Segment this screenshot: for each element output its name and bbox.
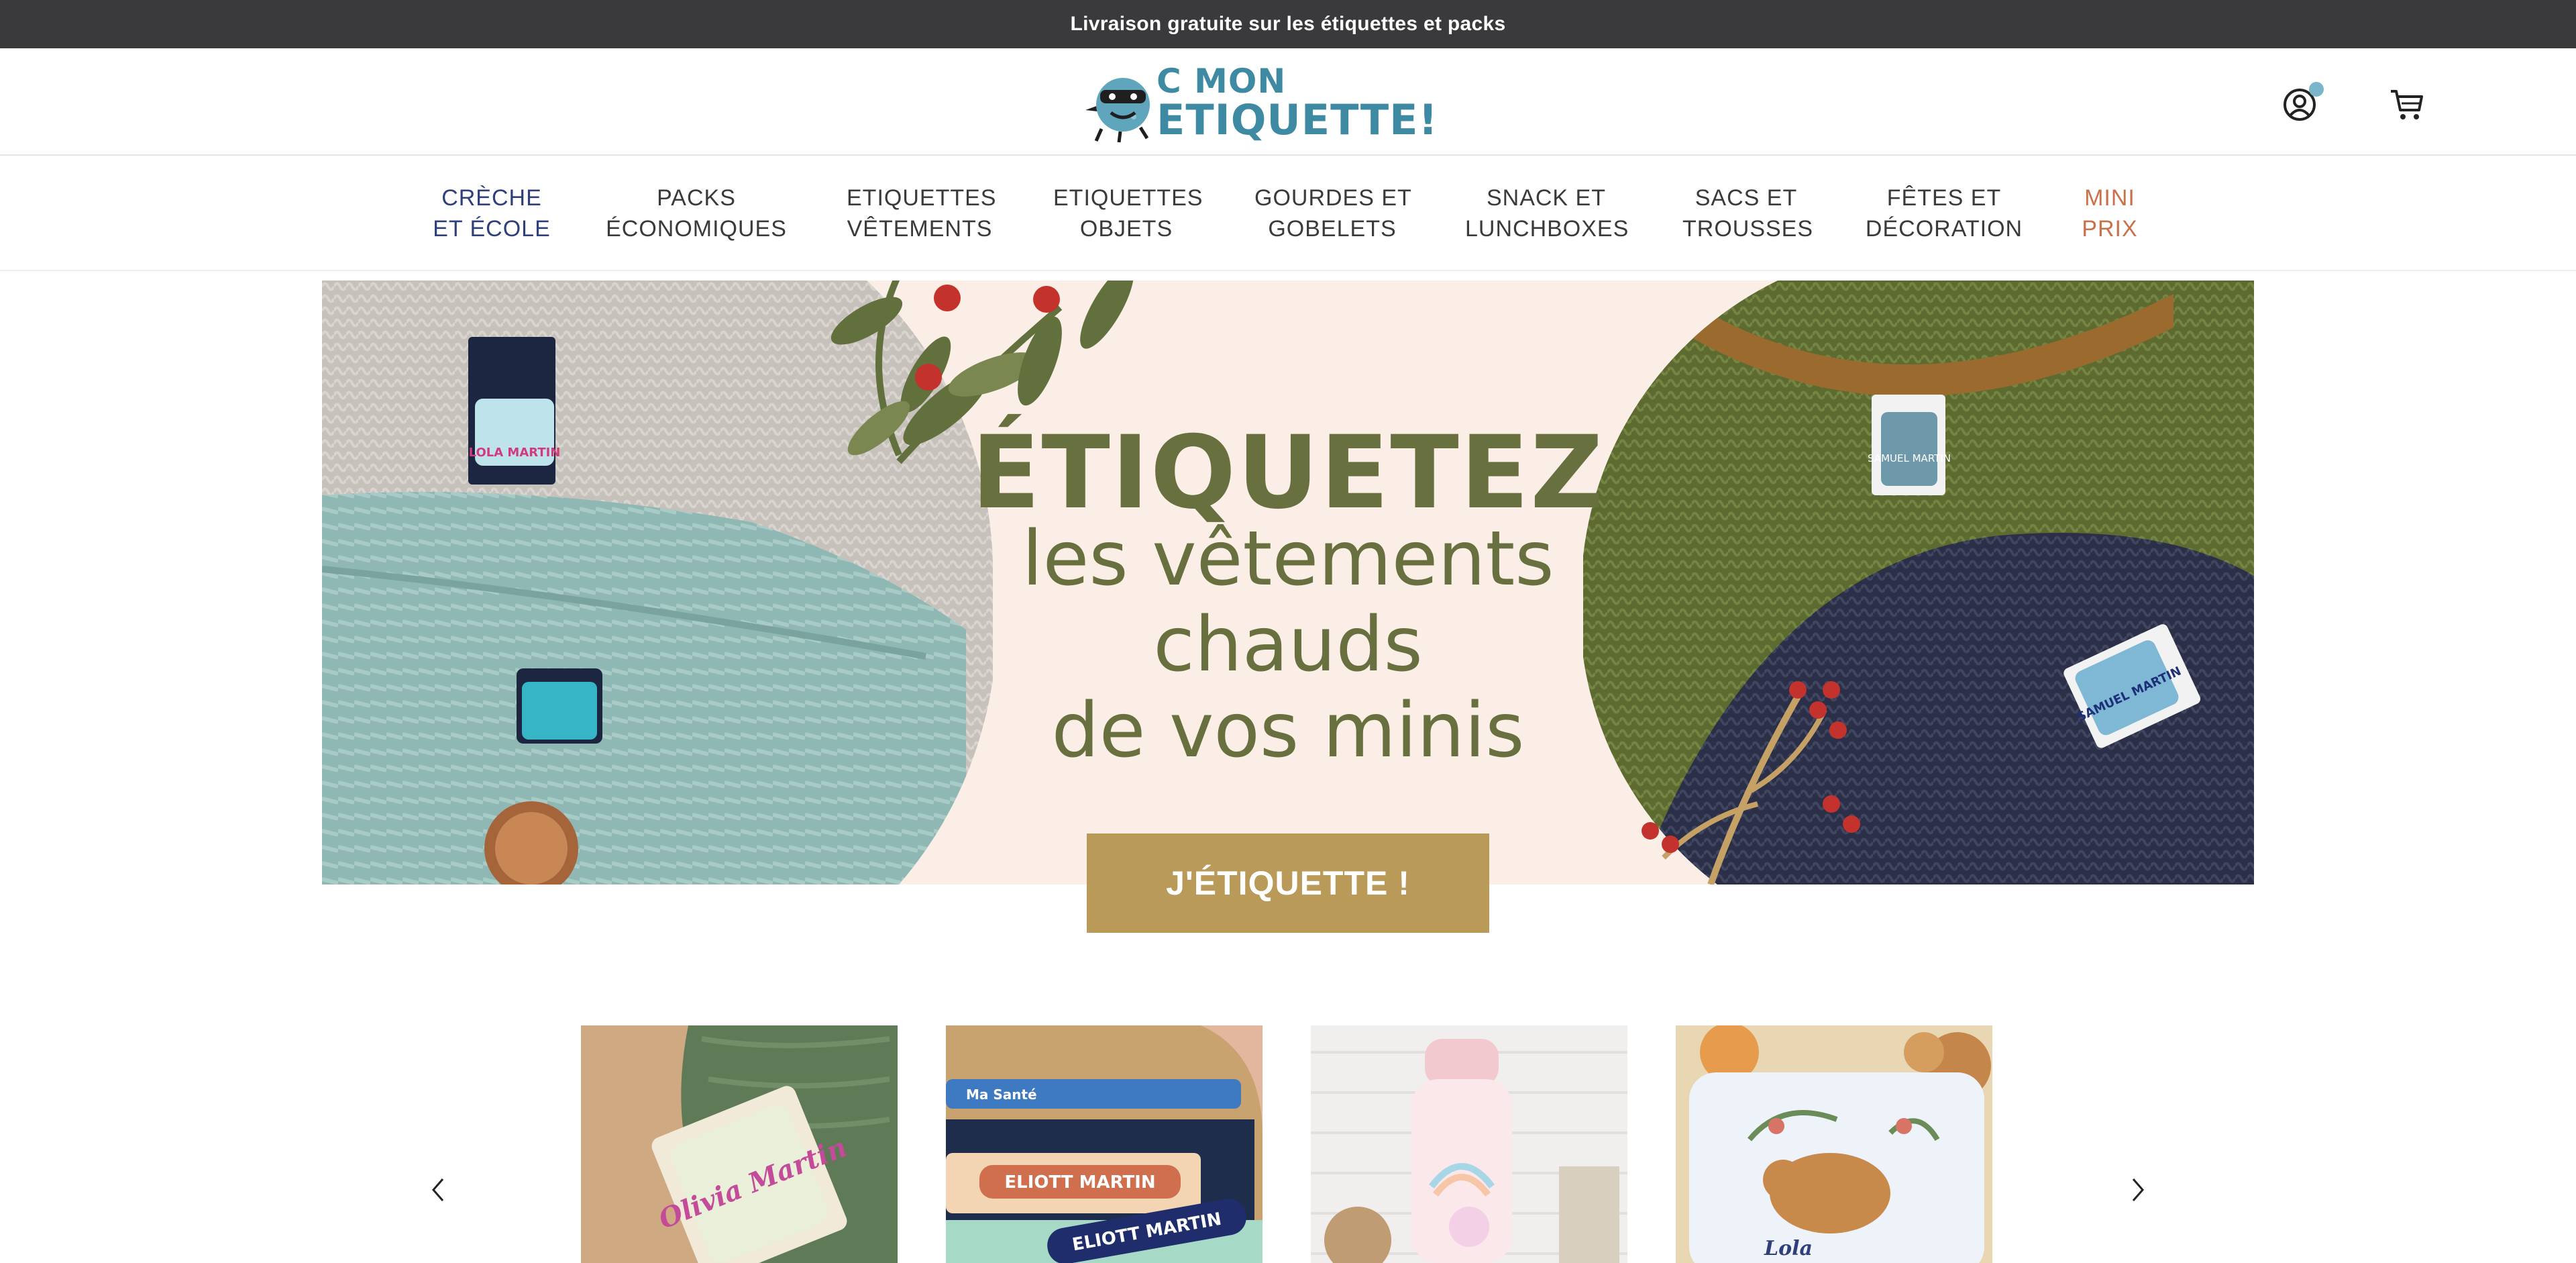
cart-button[interactable]	[2388, 82, 2431, 125]
nav-label-line1: ETIQUETTES	[1053, 185, 1203, 211]
nav-label-line1: SACS ET	[1695, 185, 1798, 211]
nav-item-etiquettes-vetements[interactable]: ETIQUETTES VÊTEMENTS	[847, 183, 997, 244]
nav-label-line2: ET ÉCOLE	[433, 216, 551, 242]
hero-subtitle-line1: les vêtements	[1022, 515, 1554, 603]
nav-label-line2: ÉCONOMIQUES	[606, 216, 787, 242]
carousel-card-object-labels[interactable]: Ma Santé ELIOTT MARTIN ELIOTT MARTIN	[946, 1025, 1263, 1263]
carousel-next-button[interactable]	[2121, 1173, 2155, 1207]
nav-label-line2: TROUSSES	[1682, 216, 1814, 242]
nav-item-mini-prix[interactable]: MINI PRIX	[2073, 183, 2147, 244]
monster-mascot-icon	[1085, 78, 1150, 143]
hero-cta-button[interactable]: J'ÉTIQUETTE !	[1087, 833, 1489, 933]
card-image-water-bottle	[1311, 1025, 1627, 1263]
nav-label-line1: SNACK ET	[1486, 185, 1607, 211]
chevron-left-icon	[432, 1178, 444, 1201]
nav-label-line1: PACKS	[657, 185, 736, 211]
site-logo[interactable]: C MON ETIQUETTE!	[1081, 58, 1438, 146]
hero-subtitle-line2: chauds	[1153, 601, 1423, 689]
card-image-object-labels: Ma Santé ELIOTT MARTIN ELIOTT MARTIN	[946, 1025, 1263, 1263]
nav-item-packs[interactable]: PACKS ÉCONOMIQUES	[604, 183, 789, 244]
card2-pencil-label: Ma Santé	[966, 1087, 1037, 1103]
carousel-card-lunchbox[interactable]: Lola	[1676, 1025, 1992, 1263]
nav-label-line2: GOBELETS	[1268, 216, 1397, 242]
nav-item-creche-ecole[interactable]: CRÈCHE ET ÉCOLE	[416, 183, 568, 244]
nav-label-line1: FÊTES ET	[1886, 185, 2002, 211]
nav-label-line1: GOURDES ET	[1254, 185, 1412, 211]
logo-wordmark: C MON ETIQUETTE!	[1157, 62, 1438, 144]
card-image-clothing-label: Olivia Martin	[581, 1025, 898, 1263]
announcement-bar: Livraison gratuite sur les étiquettes et…	[0, 0, 2576, 48]
product-carousel: Olivia Martin Ma Santé ELIOTT MARTIN ELI…	[0, 1025, 2576, 1263]
card-image-lunchbox: Lola	[1676, 1025, 1992, 1263]
nav-label-line2: VÊTEMENTS	[847, 216, 993, 242]
card2-label-a: ELIOTT MARTIN	[1004, 1172, 1155, 1193]
nav-label-line1: MINI	[2084, 185, 2135, 211]
card4-label-text: Lola	[1764, 1237, 1813, 1260]
hero-title: ÉTIQUETEZ	[971, 415, 1605, 532]
nav-item-gourdes[interactable]: GOURDES ET GOBELETS	[1254, 183, 1412, 244]
site-header: C MON ETIQUETTE!	[0, 48, 2576, 156]
hero-subtitle-line3: de vos minis	[1051, 687, 1525, 774]
nav-item-snack[interactable]: SNACK ET LUNCHBOXES	[1465, 183, 1629, 244]
account-button[interactable]	[2281, 82, 2324, 125]
nav-label-line2: PRIX	[2082, 216, 2138, 242]
nav-label-line2: DÉCORATION	[1865, 216, 2023, 242]
cart-icon	[2391, 90, 2423, 119]
logo-line-2: ETIQUETTE!	[1157, 95, 1438, 144]
nav-label-line2: OBJETS	[1079, 216, 1173, 242]
nav-label-line1: ETIQUETTES	[847, 185, 997, 211]
carousel-card-clothing-label[interactable]: Olivia Martin	[581, 1025, 898, 1263]
chevron-right-icon	[2132, 1178, 2144, 1201]
nav-item-sacs[interactable]: SACS ET TROUSSES	[1682, 183, 1814, 244]
nav-label-line1: CRÈCHE	[441, 185, 542, 211]
announcement-text: Livraison gratuite sur les étiquettes et…	[1070, 13, 1506, 35]
nav-label-line2: LUNCHBOXES	[1465, 216, 1629, 242]
hero-banner[interactable]: LOLA MARTIN SAMUEL MARTIN SAMUEL MARTIN …	[322, 281, 2254, 885]
carousel-prev-button[interactable]	[421, 1173, 455, 1207]
nav-item-etiquettes-objets[interactable]: ETIQUETTES OBJETS	[1053, 183, 1203, 244]
nav-item-fetes[interactable]: FÊTES ET DÉCORATION	[1864, 183, 2025, 244]
main-nav: CRÈCHE ET ÉCOLE PACKS ÉCONOMIQUES ETIQUE…	[0, 156, 2576, 271]
carousel-card-water-bottle[interactable]	[1311, 1025, 1627, 1263]
notification-dot	[2309, 82, 2324, 97]
